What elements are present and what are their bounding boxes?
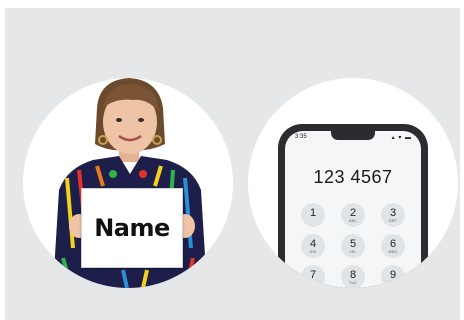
phone-illustration: 3:35 ▴ ▾ ▬ 123 4567 1 2 ABC 3 DEF 4 GHI 5 JK… [278, 124, 428, 288]
phone-notch [331, 131, 375, 140]
dial-keypad: 1 2 ABC 3 DEF 4 GHI 5 JKL 6 MNO 7 PQRS 8 TUV 9W… [301, 203, 405, 288]
key-8: 8 TUV [341, 265, 365, 288]
key-9: 9 WXYZ [381, 265, 405, 288]
key-6: 6 MNO [381, 234, 405, 258]
key-2: 2 ABC [341, 203, 365, 227]
phone-screen: 3:35 ▴ ▾ ▬ 123 4567 1 2 ABC 3 DEF 4 GHI 5 JK… [285, 131, 421, 288]
name-sign-text: Name [94, 214, 170, 242]
signal-wifi-battery-icon: ▴ ▾ ▬ [391, 135, 412, 141]
key-3: 3 DEF [381, 203, 405, 227]
options-panel: Name 3:35 ▴ ▾ ▬ 123 4567 1 2 ABC 3 DEF 4 GH… [5, 8, 460, 320]
dialed-number: 123 4567 [313, 167, 393, 187]
key-1: 1 [301, 203, 325, 227]
phone-number-option-card[interactable]: 3:35 ▴ ▾ ▬ 123 4567 1 2 ABC 3 DEF 4 GHI 5 JK… [248, 78, 458, 288]
key-7: 7 PQRS [301, 265, 325, 288]
key-4: 4 GHI [301, 234, 325, 258]
name-sign: Name [81, 188, 183, 268]
key-5: 5 JKL [341, 234, 365, 258]
name-option-card[interactable]: Name [23, 78, 233, 288]
status-time: 3:35 [295, 134, 307, 140]
